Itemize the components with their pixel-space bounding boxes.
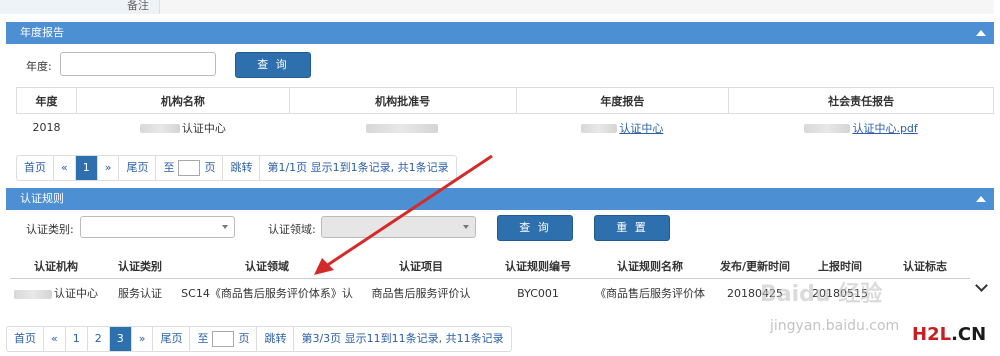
baidu-url-watermark: jingyan.baidu.com <box>770 318 900 334</box>
h2l-logo: H2L.CN <box>912 324 987 345</box>
baidu-watermark: Baidu 经验 <box>760 282 883 307</box>
